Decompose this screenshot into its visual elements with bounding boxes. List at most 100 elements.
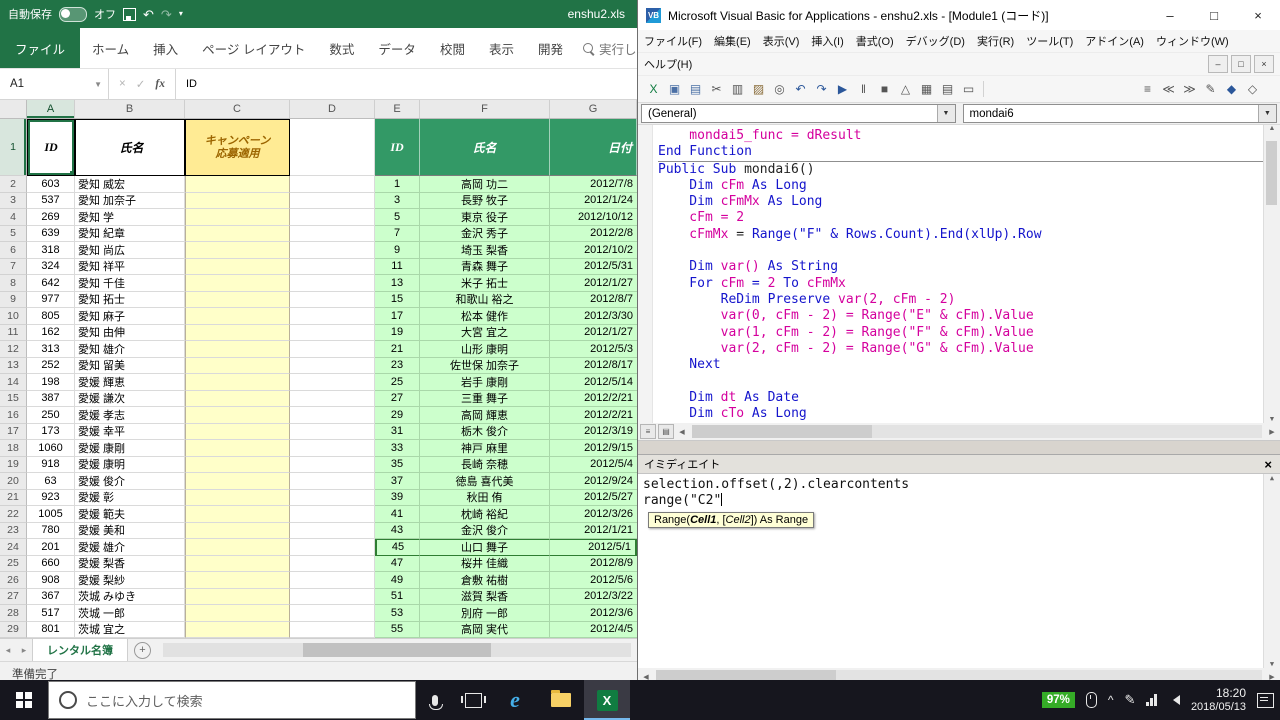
cell[interactable]: 青森 舞子 [420,259,550,276]
cell[interactable]: 15 [375,292,420,309]
row-header-22[interactable]: 22 [0,506,27,523]
menu-item-1[interactable]: ファイル(F) [638,30,708,52]
column-header-D[interactable]: D [290,100,375,118]
cell[interactable] [185,308,290,325]
cell[interactable]: 2012/3/22 [550,589,637,606]
cell-B1[interactable]: 氏名 [75,119,185,176]
cell[interactable] [290,556,375,573]
cell[interactable]: 367 [27,589,75,606]
network-icon[interactable] [1146,694,1157,706]
cell[interactable]: 25 [375,374,420,391]
row-header-26[interactable]: 26 [0,572,27,589]
row-header-16[interactable]: 16 [0,407,27,424]
cell[interactable]: 2012/8/9 [550,556,637,573]
cell[interactable]: 愛媛 孝志 [75,407,185,424]
row-header-9[interactable]: 9 [0,292,27,309]
cell[interactable] [290,622,375,639]
cell[interactable]: 愛媛 謙次 [75,391,185,408]
cell[interactable] [185,374,290,391]
cell[interactable] [290,589,375,606]
scroll-track[interactable] [656,670,1262,680]
cell[interactable] [290,374,375,391]
cell[interactable] [185,556,290,573]
cell[interactable] [185,424,290,441]
row-header-21[interactable]: 21 [0,490,27,507]
cell[interactable]: 金沢 秀子 [420,226,550,243]
cell[interactable]: 313 [27,341,75,358]
row-header-27[interactable]: 27 [0,589,27,606]
row-header-1[interactable]: 1 [0,119,27,176]
cell[interactable]: 2012/5/4 [550,457,637,474]
volume-icon[interactable] [1168,695,1180,705]
sheet-nav-left-icon[interactable]: ◂ [0,639,16,661]
row-header-25[interactable]: 25 [0,556,27,573]
cell[interactable]: 茨城 一郎 [75,605,185,622]
cell[interactable]: 13 [375,275,420,292]
cell[interactable]: 642 [27,275,75,292]
cell[interactable]: 愛媛 彰 [75,490,185,507]
scroll-thumb[interactable] [656,670,836,680]
row-header-24[interactable]: 24 [0,539,27,556]
maximize-button[interactable]: □ [1192,0,1236,30]
cell[interactable] [290,490,375,507]
cell[interactable]: 高岡 輝恵 [420,407,550,424]
properties-window-icon[interactable]: ▤ [938,80,957,99]
select-all-corner[interactable] [0,100,27,118]
cell[interactable] [185,341,290,358]
view-excel-icon[interactable]: X [644,80,663,99]
code-horizontal-scrollbar[interactable]: ≡ ▤ ◀ ▶ [638,423,1280,441]
scroll-thumb[interactable] [692,425,872,438]
cell[interactable]: 愛媛 雄介 [75,539,185,556]
cell[interactable] [290,325,375,342]
cell[interactable]: 1 [375,176,420,193]
cell[interactable]: 愛媛 梨紗 [75,572,185,589]
microphone-button[interactable] [416,680,454,720]
menu-item-10[interactable]: ウィンドウ(W) [1150,30,1235,52]
cell[interactable] [185,226,290,243]
menu-item-8[interactable]: ツール(T) [1020,30,1079,52]
cell[interactable]: 2012/8/7 [550,292,637,309]
row-header-18[interactable]: 18 [0,440,27,457]
menu-item-4[interactable]: 挿入(I) [805,30,849,52]
cell[interactable] [185,572,290,589]
cell[interactable]: 53 [375,605,420,622]
cell[interactable] [290,275,375,292]
procedure-view-icon[interactable]: ▤ [658,424,674,439]
cell[interactable] [290,209,375,226]
scroll-left-icon[interactable]: ◀ [674,428,690,436]
cell[interactable] [290,539,375,556]
cell[interactable]: 茨城 みゆき [75,589,185,606]
cell[interactable]: 39 [375,490,420,507]
design-mode-icon[interactable]: △ [896,80,915,99]
immediate-horizontal-scrollbar[interactable]: ◀ ▶ [638,668,1280,680]
cell[interactable]: 2012/3/30 [550,308,637,325]
cell[interactable]: 長崎 奈穂 [420,457,550,474]
cell[interactable]: 33 [375,440,420,457]
redo-icon[interactable]: ↷ [161,8,172,21]
cell[interactable]: 2012/1/21 [550,523,637,540]
scroll-down-icon[interactable]: ▼ [1269,416,1276,423]
cancel-icon[interactable]: × [119,78,126,90]
undo-icon[interactable]: ↶ [143,8,154,21]
cell[interactable] [290,457,375,474]
cell[interactable]: 517 [27,605,75,622]
cell[interactable] [290,292,375,309]
cell[interactable]: 愛媛 梨香 [75,556,185,573]
row-header-11[interactable]: 11 [0,325,27,342]
cell[interactable]: 2012/2/21 [550,407,637,424]
project-explorer-icon[interactable]: ▦ [917,80,936,99]
cell-C1[interactable]: キャンペーン応募適用 [185,119,290,176]
cell[interactable]: 49 [375,572,420,589]
break-icon[interactable]: ‖ [854,80,873,99]
cell[interactable]: 603 [27,176,75,193]
cell[interactable]: 佐世保 加奈子 [420,358,550,375]
cell[interactable] [185,473,290,490]
object-combo[interactable]: (General) ▼ [641,104,956,123]
start-button[interactable] [0,680,48,720]
cell[interactable] [185,605,290,622]
cell[interactable] [290,572,375,589]
indent-icon[interactable]: ≫ [1180,80,1199,99]
cell[interactable]: 3 [375,193,420,210]
outdent-icon[interactable]: ≪ [1159,80,1178,99]
row-header-20[interactable]: 20 [0,473,27,490]
